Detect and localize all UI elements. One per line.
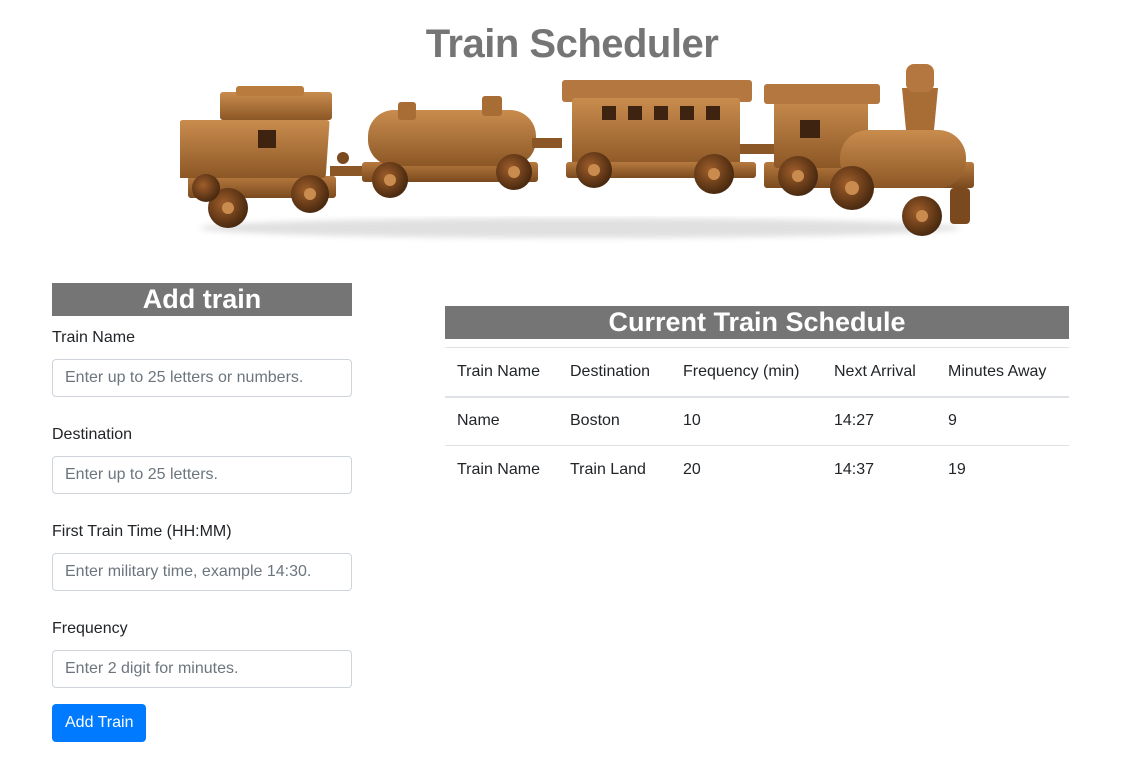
passenger-car [562, 80, 774, 194]
table-header-row: Train Name Destination Frequency (min) N… [445, 347, 1069, 397]
train-name-input[interactable] [52, 359, 352, 397]
first-train-time-group: First Train Time (HH:MM) [52, 522, 352, 591]
cell-minutes-away: 19 [948, 461, 966, 479]
add-train-panel: Add train Train Name Destination First T… [52, 283, 352, 742]
column-header: Minutes Away [948, 362, 1047, 380]
train-name-group: Train Name [52, 328, 352, 397]
caboose [180, 86, 364, 228]
column-header: Next Arrival [834, 362, 916, 380]
cell-destination: Train Land [570, 461, 646, 479]
first-train-time-input[interactable] [52, 553, 352, 591]
column-header: Destination [570, 362, 651, 380]
cell-train-name: Name [457, 412, 500, 430]
schedule-table: Train Name Destination Frequency (min) N… [445, 347, 1069, 495]
first-train-time-label: First Train Time (HH:MM) [52, 523, 232, 540]
column-header: Frequency (min) [683, 362, 800, 380]
schedule-panel: Current Train Schedule Train Name Destin… [445, 306, 1069, 495]
table-row: Train Name Train Land 20 14:37 19 [445, 446, 1069, 495]
destination-input[interactable] [52, 456, 352, 494]
cell-frequency: 20 [683, 461, 701, 479]
locomotive [764, 64, 974, 236]
hero-train-image [180, 64, 974, 238]
cell-destination: Boston [570, 412, 620, 430]
schedule-header: Current Train Schedule [445, 306, 1069, 339]
add-train-header: Add train [52, 283, 352, 316]
cell-train-name: Train Name [457, 461, 540, 479]
tanker-car [362, 96, 562, 198]
page: Train Scheduler Add train Train Name Ent… [0, 0, 1134, 780]
cell-minutes-away: 9 [948, 412, 957, 430]
frequency-input[interactable] [52, 650, 352, 688]
table-row: Name Boston 10 14:27 9 [445, 397, 1069, 446]
frequency-label: Frequency [52, 620, 128, 637]
train-name-label: Train Name [52, 329, 135, 346]
destination-label: Destination [52, 426, 133, 443]
add-train-button[interactable]: Add Train [52, 704, 147, 742]
cell-next-arrival: 14:27 [834, 412, 875, 430]
cell-frequency: 10 [683, 412, 701, 430]
destination-group: Destination [52, 425, 352, 494]
column-header: Train Name [457, 362, 540, 380]
frequency-group: Frequency [52, 619, 352, 688]
cell-next-arrival: 14:37 [834, 461, 875, 479]
